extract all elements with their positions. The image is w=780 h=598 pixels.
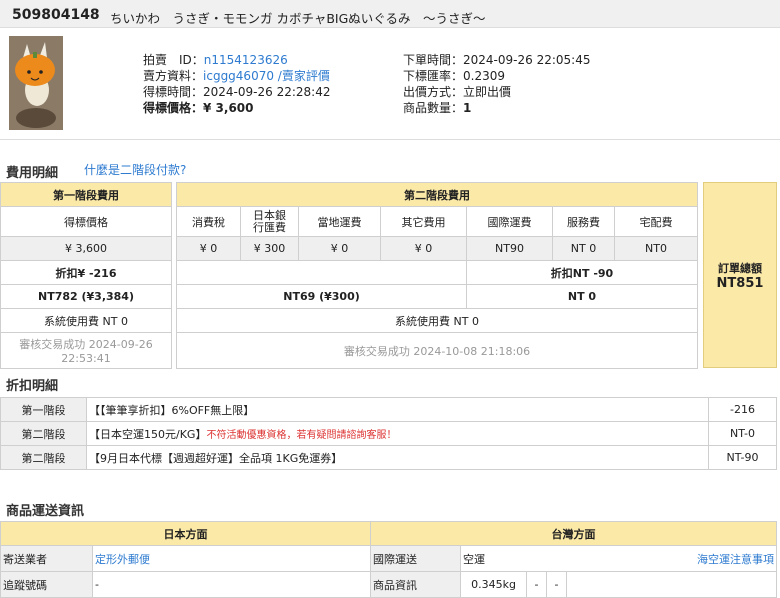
item-info-panel: 拍賣 ID：n1154123626 賣方資料：icggg46070 /賣家評價 … — [0, 28, 780, 140]
local-shipping-value: ¥ 0 — [298, 236, 381, 261]
two-stage-help-link[interactable]: 什麼是二階段付款? — [84, 162, 186, 178]
seller-row: 賣方資料：icggg46070 /賣家評價 — [143, 69, 330, 83]
other-fee-value: ¥ 0 — [380, 236, 467, 261]
bid-method-row: 出價方式：立即出價 — [403, 85, 512, 99]
stage2-fee-table: 第二階段費用 消費稅 日本銀 行匯費 當地運費 其它費用 國際運費 服務費 宅配… — [176, 182, 698, 369]
won-time-row: 得標時間：2024-09-26 22:28:42 — [143, 85, 331, 99]
carrier-link[interactable]: 定形外郵便 — [92, 545, 371, 572]
rate-row: 下標匯率：0.2309 — [403, 69, 506, 83]
stage2-subtotal-tw: NT 0 — [466, 284, 698, 309]
won-price-header: 得標價格 — [0, 206, 172, 237]
table-row: 第二階段 【日本空運150元/KG】不符活動優惠資格，若有疑問請諮詢客服！ NT… — [0, 421, 777, 446]
bank-fee-value: ¥ 300 — [240, 236, 299, 261]
intl-shipping-header: 國際運費 — [466, 206, 553, 237]
stage1-approved: 審核交易成功 2024-09-26 22:53:41 — [0, 332, 172, 369]
service-fee-header: 服務費 — [552, 206, 615, 237]
won-price-value: ¥ 3,600 — [0, 236, 172, 261]
stage2-discount-empty — [176, 260, 467, 285]
shipping-table: 日本方面 台灣方面 寄送業者 定形外郵便 國際運送 空運 海空運注意事項 追蹤號… — [0, 521, 777, 598]
auction-id-row: 拍賣 ID：n1154123626 — [143, 53, 288, 67]
stage2-approved: 審核交易成功 2024-10-08 21:18:06 — [176, 332, 698, 369]
stage1-fee-table: 第一階段費用 得標價格 ¥ 3,600 折扣¥ -216 NT782 (¥3,3… — [0, 182, 172, 369]
tax-header: 消費稅 — [176, 206, 241, 237]
order-total-label: 訂單總額 — [718, 261, 762, 275]
stage1-system-fee: 系統使用費 NT 0 — [0, 308, 172, 333]
delivery-fee-value: NT0 — [614, 236, 698, 261]
stage1-header: 第一階段費用 — [0, 182, 172, 207]
stage2-header: 第二階段費用 — [176, 182, 698, 207]
quantity-row: 商品數量：1 — [403, 101, 472, 115]
table-row: 第一階段 【【筆筆享折扣】6%OFF無上限】 -216 — [0, 397, 777, 422]
service-fee-value: NT 0 — [552, 236, 615, 261]
item-name: ちいかわ うさぎ・モモンガ カボチャBIGぬいぐるみ ～うさぎ～ — [110, 11, 486, 26]
stage2-subtotal-jp: NT69 (¥300) — [176, 284, 467, 309]
table-row: 第二階段 【9月日本代標【週週超好運】全品項 1KG免運券】 NT-90 — [0, 445, 777, 470]
won-price-row: 得標價格：¥ 3,600 — [143, 101, 254, 115]
order-total-box: 訂單總額 NT851 — [703, 182, 777, 368]
tax-value: ¥ 0 — [176, 236, 241, 261]
delivery-fee-header: 宅配費 — [614, 206, 698, 237]
order-time-row: 下單時間：2024-09-26 22:05:45 — [403, 53, 591, 67]
discount-table: 第一階段 【【筆筆享折扣】6%OFF無上限】 -216 第二階段 【日本空運15… — [0, 397, 777, 470]
item-header: 509804148 ちいかわ うさぎ・モモンガ カボチャBIGぬいぐるみ ～うさ… — [0, 0, 780, 28]
stage1-subtotal: NT782 (¥3,384) — [0, 284, 172, 309]
item-thumbnail[interactable] — [9, 36, 63, 130]
bank-fee-header: 日本銀 行匯費 — [240, 206, 299, 237]
stage2-system-fee: 系統使用費 NT 0 — [176, 308, 698, 333]
other-fee-header: 其它費用 — [380, 206, 467, 237]
stage2-discount: 折扣NT -90 — [466, 260, 698, 285]
shipping-title: 商品運送資訊 — [6, 504, 85, 519]
stage1-discount: 折扣¥ -216 — [0, 260, 172, 285]
discounts-title: 折扣明細 — [6, 379, 59, 394]
item-id: 509804148 — [12, 7, 100, 23]
local-shipping-header: 當地運費 — [298, 206, 381, 237]
japan-side-header: 日本方面 — [0, 521, 371, 546]
seller-link[interactable]: icggg46070 — [203, 69, 274, 83]
order-total-value: NT851 — [716, 275, 764, 291]
seller-rating-link[interactable]: /賣家評價 — [274, 69, 330, 83]
taiwan-side-header: 台灣方面 — [370, 521, 777, 546]
fees-title: 費用明細 — [6, 166, 59, 181]
shipping-notice-link[interactable]: 海空運注意事項 — [566, 545, 777, 572]
intl-shipping-value: NT90 — [466, 236, 553, 261]
auction-id-link[interactable]: n1154123626 — [204, 53, 288, 67]
